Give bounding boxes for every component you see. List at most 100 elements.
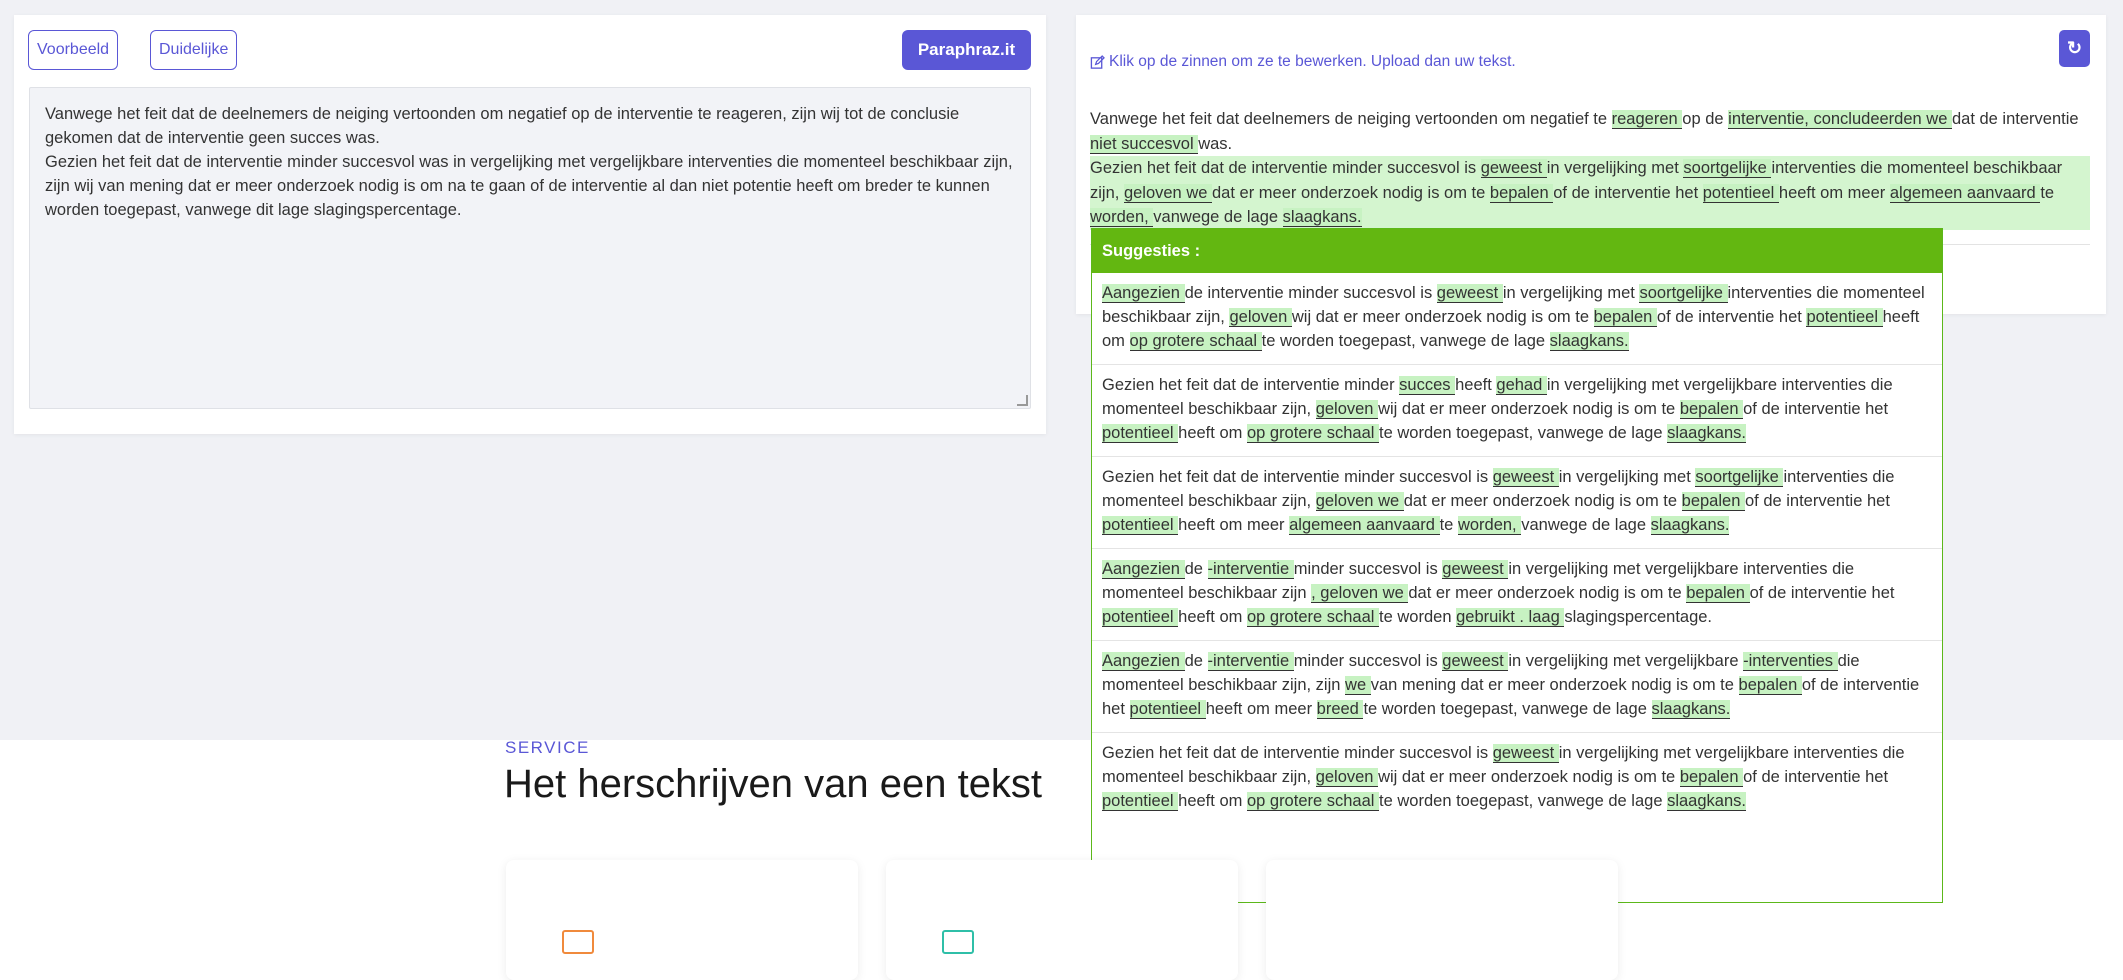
changed-phrase[interactable]: niet succesvol	[1090, 134, 1199, 154]
changed-phrase[interactable]: interventie, concludeerden we	[1728, 110, 1952, 129]
changed-phrase[interactable]: potentieel	[1102, 792, 1179, 811]
text-segment: vanwege de lage	[1153, 208, 1283, 226]
changed-phrase[interactable]: potentieel	[1806, 308, 1883, 327]
changed-phrase[interactable]: algemeen aanvaard	[1289, 516, 1440, 535]
changed-phrase[interactable]: soortgelijke	[1695, 468, 1784, 487]
refresh-button[interactable]: ↻	[2059, 30, 2090, 67]
service-label: SERVICE	[505, 738, 590, 757]
changed-phrase[interactable]: bepalen	[1679, 400, 1744, 419]
changed-phrase[interactable]: geloven	[1229, 308, 1292, 327]
changed-phrase[interactable]: Aangezien	[1102, 652, 1185, 671]
changed-phrase[interactable]: bepalen	[1738, 676, 1802, 695]
example-button[interactable]: Voorbeeld	[28, 30, 119, 70]
changed-phrase[interactable]: slaagkans.	[1282, 208, 1362, 227]
changed-phrase[interactable]: geweest	[1492, 744, 1559, 763]
text-segment: Gezien het feit dat de interventie minde…	[1102, 468, 1493, 486]
suggestion-item[interactable]: Aangezien de interventie minder succesvo…	[1092, 273, 1942, 365]
changed-phrase[interactable]: geloven	[1315, 400, 1379, 419]
changed-phrase[interactable]: bepalen	[1686, 584, 1750, 603]
text-segment: minder succesvol is	[1293, 560, 1443, 578]
changed-phrase[interactable]: worden,	[1457, 516, 1522, 535]
changed-phrase[interactable]: geweest	[1442, 560, 1509, 579]
changed-phrase[interactable]: worden,	[1090, 208, 1154, 227]
suggestion-item[interactable]: Aangezien de -interventie minder succesv…	[1092, 641, 1942, 733]
changed-phrase[interactable]: geweest	[1436, 284, 1503, 303]
changed-phrase[interactable]: Aangezien	[1102, 284, 1185, 303]
paraphrase-button[interactable]: Paraphraz.it	[902, 30, 1031, 70]
text-segment: dat er meer onderzoek nodig is om te	[1408, 584, 1687, 602]
text-segment: heeft om meer	[1205, 700, 1317, 718]
changed-phrase[interactable]: gebruikt . laag	[1456, 608, 1565, 627]
text-segment: heeft om meer	[1778, 183, 1890, 202]
changed-phrase[interactable]: gehad	[1496, 376, 1547, 395]
changed-phrase[interactable]: succes	[1399, 376, 1456, 395]
document-icon	[562, 930, 594, 954]
source-paragraph-1: Vanwege het feit dat de deelnemers de ne…	[45, 105, 960, 147]
text-segment: wij dat er meer onderzoek nodig is om te	[1378, 768, 1680, 786]
text-segment: was.	[1198, 134, 1233, 153]
changed-phrase[interactable]: op grotere schaal	[1129, 332, 1262, 351]
changed-phrase[interactable]: geloven	[1315, 768, 1379, 787]
changed-phrase[interactable]: slaagkans.	[1651, 700, 1731, 719]
text-segment: te worden toegepast, vanwege de lage	[1379, 424, 1668, 442]
changed-phrase[interactable]: geweest	[1480, 159, 1547, 178]
output-sentence-1[interactable]: Vanwege het feit dat deelnemers de neigi…	[1090, 107, 2090, 156]
changed-phrase[interactable]: -interventie	[1207, 652, 1294, 671]
changed-phrase[interactable]: bepalen	[1593, 308, 1657, 327]
suggestion-item[interactable]: Gezien het feit dat de interventie minde…	[1092, 365, 1942, 457]
changed-phrase[interactable]: potentieel	[1702, 183, 1779, 203]
changed-phrase[interactable]: breed	[1316, 700, 1364, 719]
text-segment: dat er meer onderzoek nodig is om te	[1403, 492, 1682, 510]
suggestion-item[interactable]: Gezien het feit dat de interventie minde…	[1092, 457, 1942, 549]
changed-phrase[interactable]: we	[1345, 676, 1371, 695]
text-segment: of de interventie het	[1749, 584, 1895, 602]
changed-phrase[interactable]: geloven we	[1123, 183, 1212, 203]
changed-phrase[interactable]: reageren	[1611, 110, 1683, 129]
changed-phrase[interactable]: potentieel	[1102, 516, 1179, 535]
clear-button[interactable]: Duidelijke	[150, 30, 238, 70]
changed-phrase[interactable]: op grotere schaal	[1246, 608, 1380, 627]
resize-handle-icon[interactable]	[1017, 395, 1028, 406]
changed-phrase[interactable]: , geloven we	[1311, 584, 1409, 603]
changed-phrase[interactable]: Aangezien	[1102, 560, 1185, 579]
changed-phrase[interactable]: slaagkans.	[1549, 332, 1629, 351]
source-textarea[interactable]: Vanwege het feit dat de deelnemers de ne…	[29, 87, 1031, 409]
changed-phrase[interactable]: bepalen	[1679, 768, 1744, 787]
text-segment: te worden toegepast, vanwege de lage	[1363, 700, 1652, 718]
changed-phrase[interactable]: soortgelijke	[1683, 159, 1772, 178]
text-segment: Gezien het feit dat de interventie minde…	[1090, 159, 1481, 177]
suggestion-item[interactable]: Aangezien de -interventie minder succesv…	[1092, 549, 1942, 641]
text-segment: of de interventie het	[1743, 400, 1889, 418]
changed-phrase[interactable]: -interventies	[1743, 652, 1838, 671]
text-segment: van mening dat er meer onderzoek nodig i…	[1370, 676, 1739, 694]
changed-phrase[interactable]: geweest	[1492, 468, 1559, 487]
changed-phrase[interactable]: bepalen	[1681, 492, 1745, 511]
changed-phrase[interactable]: bepalen	[1489, 183, 1554, 203]
suggestion-item[interactable]: Gezien het feit dat de interventie minde…	[1092, 733, 1942, 824]
changed-phrase[interactable]: potentieel	[1102, 424, 1179, 443]
changed-phrase[interactable]: op grotere schaal	[1246, 424, 1380, 443]
text-segment: op de	[1682, 110, 1729, 128]
changed-phrase[interactable]: slaagkans.	[1667, 792, 1746, 811]
text-segment: te worden toegepast, vanwege de lage	[1261, 332, 1550, 350]
changed-phrase[interactable]: geweest	[1442, 652, 1509, 671]
changed-phrase[interactable]: potentieel	[1102, 608, 1179, 627]
output-sentence-2[interactable]: Gezien het feit dat de interventie minde…	[1090, 156, 2090, 230]
text-segment: in vergelijking met	[1546, 159, 1684, 177]
text-segment: heeft om	[1178, 608, 1247, 626]
changed-phrase[interactable]: geloven we	[1315, 492, 1404, 511]
changed-phrase[interactable]: slaagkans.	[1650, 516, 1730, 535]
input-card: Voorbeeld Duidelijke Paraphraz.it Vanweg…	[14, 15, 1046, 434]
suggestions-title: Suggesties :	[1092, 229, 1942, 273]
changed-phrase[interactable]: soortgelijke	[1639, 284, 1728, 303]
text-segment: heeft om	[1178, 792, 1247, 810]
text-segment: Vanwege het feit dat deelnemers de neigi…	[1090, 110, 1612, 128]
text-segment: heeft	[1455, 376, 1497, 394]
changed-phrase[interactable]: op grotere schaal	[1246, 792, 1380, 811]
text-segment: in vergelijking met	[1502, 284, 1640, 302]
changed-phrase[interactable]: -interventie	[1207, 560, 1294, 579]
text-segment: de	[1184, 560, 1208, 578]
changed-phrase[interactable]: slaagkans.	[1667, 424, 1746, 443]
changed-phrase[interactable]: potentieel	[1129, 700, 1206, 719]
changed-phrase[interactable]: algemeen aanvaard	[1889, 183, 2041, 203]
